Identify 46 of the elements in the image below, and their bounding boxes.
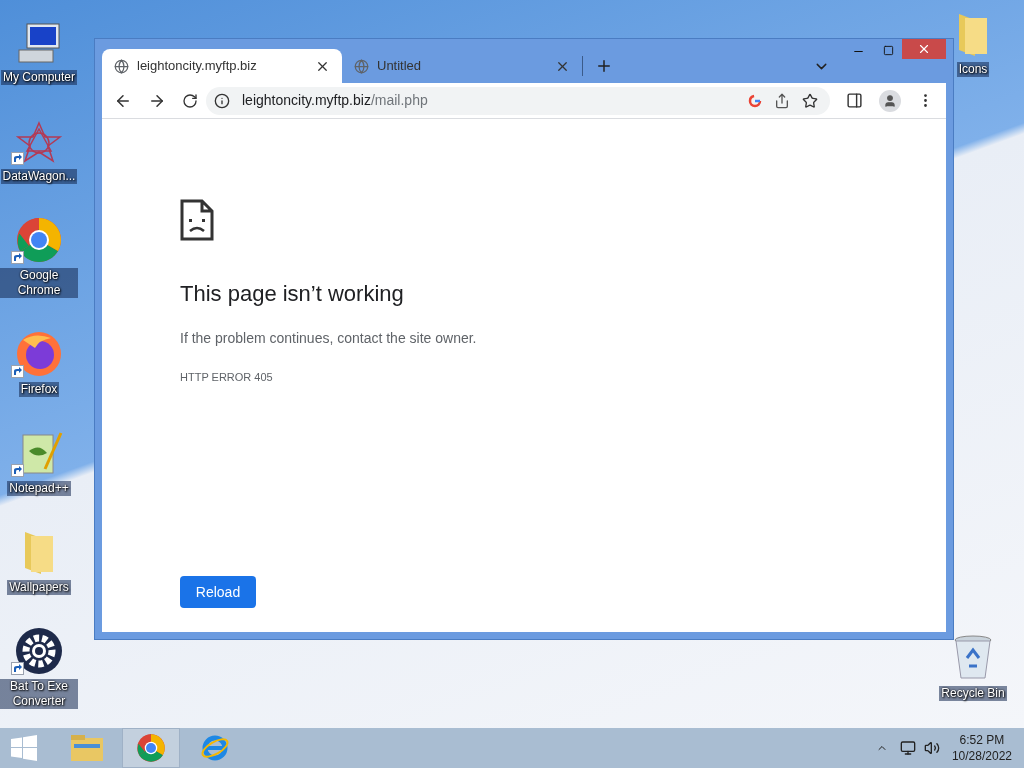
chrome-logo-icon bbox=[136, 733, 166, 763]
globe-icon bbox=[114, 58, 129, 74]
google-icon[interactable] bbox=[748, 93, 762, 108]
share-icon[interactable] bbox=[774, 92, 790, 109]
firefox-icon bbox=[15, 330, 63, 378]
info-icon[interactable] bbox=[214, 92, 230, 109]
error-code: HTTP ERROR 405 bbox=[180, 370, 274, 385]
chrome-logo-icon bbox=[15, 216, 63, 264]
desktop-icon-label[interactable]: DataWagon... bbox=[0, 169, 78, 184]
desktop-icon-label[interactable]: Notepad++ bbox=[7, 481, 71, 496]
desktop-icon-label[interactable]: Recycle Bin bbox=[939, 686, 1007, 701]
desktop-icon-label[interactable]: Google Chrome bbox=[0, 268, 78, 298]
new-tab-icon[interactable] bbox=[595, 57, 613, 75]
address-bar[interactable]: leightoncity.myftp.biz/mail.php bbox=[206, 86, 830, 115]
file-explorer-icon bbox=[70, 734, 104, 762]
error-message: If the problem continues, contact the site owner. bbox=[180, 329, 478, 348]
tab-title: Untitled bbox=[377, 57, 423, 76]
network-icon[interactable] bbox=[899, 740, 916, 756]
profile-avatar[interactable] bbox=[879, 89, 901, 112]
url-text: leightoncity.myftp.biz/mail.php bbox=[242, 91, 429, 110]
computer-icon bbox=[15, 22, 63, 66]
ie-icon bbox=[200, 733, 230, 763]
reload-icon[interactable] bbox=[182, 92, 198, 109]
volume-icon[interactable] bbox=[923, 740, 940, 756]
desktop-icon-label[interactable]: Icons bbox=[956, 62, 990, 77]
globe-icon bbox=[354, 58, 369, 74]
sad-page-icon bbox=[180, 199, 214, 241]
taskbar-button[interactable] bbox=[122, 728, 180, 768]
bookmark-star-icon[interactable] bbox=[802, 92, 818, 109]
desktop-icon-label[interactable]: Bat To Exe Converter bbox=[0, 679, 78, 709]
error-heading: This page isn’t working bbox=[180, 280, 405, 308]
gear-icon bbox=[15, 627, 63, 675]
clock-date[interactable]: 10/28/2022 bbox=[951, 748, 1012, 764]
clock-time[interactable]: 6:52 PM bbox=[959, 732, 1005, 748]
reload-button[interactable]: Reload bbox=[180, 576, 256, 608]
maximize-icon[interactable] bbox=[883, 45, 894, 56]
tab-title: leightoncity.myftp.biz bbox=[137, 57, 258, 76]
close-icon bbox=[917, 42, 931, 56]
desktop-icon-label[interactable]: Firefox bbox=[18, 382, 60, 397]
star-pattern-icon bbox=[15, 121, 63, 165]
side-panel-icon[interactable] bbox=[846, 92, 863, 109]
browser-tab[interactable]: leightoncity.myftp.biz bbox=[102, 49, 342, 83]
browser-tab[interactable]: Untitled bbox=[342, 49, 582, 83]
recycle-bin-icon bbox=[953, 634, 993, 682]
desktop-icon-label[interactable]: My Computer bbox=[1, 70, 77, 85]
desktop-icon-label[interactable]: Wallpapers bbox=[7, 580, 71, 595]
